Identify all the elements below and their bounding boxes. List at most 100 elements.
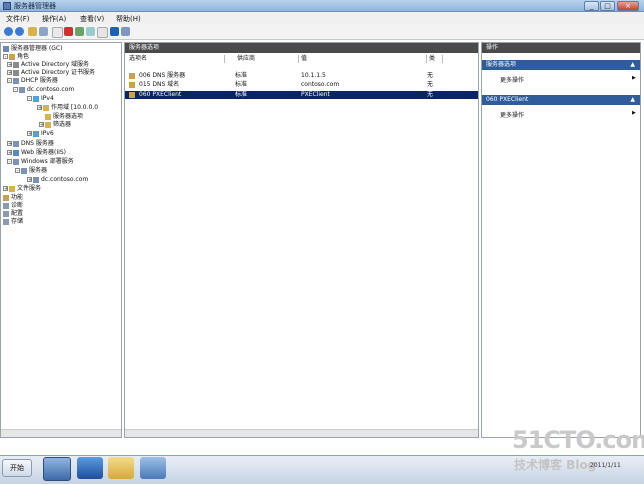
filter-icon bbox=[45, 121, 51, 128]
dhcp-icon bbox=[13, 77, 19, 84]
server-manager-icon bbox=[3, 45, 9, 52]
tree-item-scope[interactable]: + 作用域 [10.0.0.0 bbox=[37, 104, 98, 112]
tree-item-ad-cs[interactable]: + Active Directory 证书服务 bbox=[7, 69, 95, 77]
tree-horizontal-scrollbar[interactable] bbox=[1, 429, 121, 437]
watermark-logo: 51CTO.com bbox=[512, 426, 644, 454]
explorer-taskbar-icon[interactable] bbox=[108, 457, 134, 479]
submenu-arrow-icon: ▶ bbox=[632, 110, 636, 116]
up-folder-icon[interactable] bbox=[28, 27, 37, 36]
more-actions-link[interactable]: 更多操作 bbox=[500, 110, 524, 119]
actions-header: 操作 bbox=[482, 43, 640, 53]
tree-item-configuration[interactable]: 配置 bbox=[3, 210, 23, 218]
menu-help[interactable]: 帮助(H) bbox=[116, 14, 141, 24]
tree-item-wds-servers[interactable]: - 服务器 bbox=[15, 167, 47, 175]
actions-section-pxeclient[interactable]: 060 PXEClient ▲ bbox=[482, 95, 640, 105]
configuration-icon bbox=[3, 210, 9, 217]
clock-date: 2011/1/11 bbox=[590, 462, 621, 469]
tree-item-roles[interactable]: - 角色 bbox=[3, 53, 29, 61]
folder-icon bbox=[43, 104, 49, 111]
start-button[interactable]: 开始 bbox=[2, 459, 32, 477]
export-icon[interactable] bbox=[86, 27, 95, 36]
diagnostics-icon bbox=[3, 202, 9, 209]
dhcp-console-taskbar-icon[interactable] bbox=[140, 457, 166, 479]
details-horizontal-scrollbar[interactable] bbox=[125, 429, 478, 437]
collapse-icon[interactable]: - bbox=[7, 159, 12, 165]
expand-icon[interactable]: + bbox=[7, 141, 12, 147]
tree-item-server-manager[interactable]: 服务器管理器 (GC) bbox=[3, 45, 62, 53]
column-value[interactable]: 值 bbox=[299, 55, 427, 63]
server-icon bbox=[19, 86, 25, 93]
window-title: 服务器管理器 bbox=[14, 2, 56, 10]
expand-icon[interactable]: + bbox=[7, 150, 12, 156]
back-icon[interactable] bbox=[4, 27, 13, 36]
details-pane: 服务器选项 选项名 供应商 值 类 006 DNS 服务器 标准 10.1.1.… bbox=[124, 42, 479, 438]
navigation-tree: 服务器管理器 (GC) - 角色 + Active Directory 域服务 + A… bbox=[0, 42, 122, 438]
actions-section-server-options[interactable]: 服务器选项 ▲ bbox=[482, 60, 640, 70]
tree-item-filters[interactable]: + 筛选器 bbox=[39, 121, 71, 129]
refresh-icon[interactable] bbox=[75, 27, 84, 36]
tree-item-dns[interactable]: + DNS 服务器 bbox=[7, 140, 54, 148]
collapse-arrow-icon[interactable]: ▲ bbox=[630, 95, 635, 105]
menu-view[interactable]: 查看(V) bbox=[80, 14, 104, 24]
collapse-arrow-icon[interactable]: ▲ bbox=[630, 60, 635, 70]
delete-icon[interactable] bbox=[64, 27, 73, 36]
ipv6-icon bbox=[33, 130, 39, 137]
maximize-button[interactable]: □ bbox=[600, 1, 615, 11]
table-row[interactable]: 006 DNS 服务器 标准 10.1.1.5 无 bbox=[125, 72, 478, 80]
minimize-button[interactable]: _ bbox=[584, 1, 599, 11]
collapse-icon[interactable]: - bbox=[7, 78, 12, 84]
mmc-icon[interactable] bbox=[121, 27, 130, 36]
collapse-icon[interactable]: - bbox=[3, 54, 8, 60]
list-icon[interactable] bbox=[97, 27, 108, 38]
collapse-icon[interactable]: - bbox=[13, 87, 18, 93]
tree-item-ipv6[interactable]: + IPv6 bbox=[27, 130, 54, 138]
expand-icon[interactable]: + bbox=[37, 105, 42, 111]
tree-item-wds-dc[interactable]: + dc.contoso.com bbox=[27, 176, 88, 184]
tree-item-dhcp[interactable]: - DHCP 服务器 bbox=[7, 77, 58, 85]
tree-item-ipv4[interactable]: - IPv4 bbox=[27, 95, 54, 103]
collapse-icon[interactable]: - bbox=[27, 96, 32, 102]
option-icon bbox=[129, 82, 135, 88]
tree-item-server-options[interactable]: 服务器选项 bbox=[45, 113, 83, 121]
expand-icon[interactable]: + bbox=[7, 70, 12, 76]
server-manager-taskbar-icon[interactable] bbox=[43, 457, 71, 481]
start-label: 开始 bbox=[10, 464, 24, 472]
expand-icon[interactable]: + bbox=[3, 186, 8, 192]
help-icon[interactable] bbox=[110, 27, 119, 36]
storage-icon bbox=[3, 218, 9, 225]
menu-action[interactable]: 操作(A) bbox=[42, 14, 66, 24]
expand-icon[interactable]: + bbox=[27, 131, 32, 137]
toolbar bbox=[0, 24, 644, 40]
web-server-icon bbox=[13, 149, 19, 156]
expand-icon[interactable]: + bbox=[7, 62, 12, 68]
dns-icon bbox=[13, 140, 19, 147]
properties-icon[interactable] bbox=[52, 27, 63, 38]
more-actions-link[interactable]: 更多操作 bbox=[500, 75, 524, 84]
menu-file[interactable]: 文件(F) bbox=[6, 14, 30, 24]
column-class[interactable]: 类 bbox=[427, 55, 443, 63]
app-icon bbox=[3, 2, 11, 10]
forward-icon[interactable] bbox=[15, 27, 24, 36]
powershell-taskbar-icon[interactable] bbox=[77, 457, 103, 479]
tree-item-features[interactable]: 功能 bbox=[3, 194, 23, 202]
table-row[interactable]: 015 DNS 域名 标准 contoso.com 无 bbox=[125, 81, 478, 89]
folder-icon bbox=[9, 185, 15, 192]
show-tree-icon[interactable] bbox=[39, 27, 48, 36]
tree-item-dhcp-server[interactable]: - dc.contoso.com bbox=[13, 86, 74, 94]
expand-icon[interactable]: + bbox=[27, 177, 32, 183]
close-button[interactable]: × bbox=[617, 1, 639, 11]
features-icon bbox=[3, 194, 9, 201]
tree-item-iis[interactable]: + Web 服务器(IIS) bbox=[7, 149, 66, 157]
table-row-selected[interactable]: 060 PXEClient 标准 PXEClient 无 bbox=[125, 91, 478, 99]
collapse-icon[interactable]: - bbox=[15, 168, 20, 174]
expand-icon[interactable]: + bbox=[39, 122, 44, 128]
column-option-name[interactable]: 选项名 bbox=[127, 55, 225, 63]
column-vendor[interactable]: 供应商 bbox=[235, 55, 299, 63]
tree-item-ad-ds[interactable]: + Active Directory 域服务 bbox=[7, 61, 89, 69]
menu-bar: 文件(F) 操作(A) 查看(V) 帮助(H) bbox=[0, 12, 644, 24]
tree-item-file-services[interactable]: + 文件服务 bbox=[3, 185, 41, 193]
actions-pane: 操作 服务器选项 ▲ 更多操作 ▶ 060 PXEClient ▲ 更多操作 ▶ bbox=[481, 42, 641, 438]
tree-item-diagnostics[interactable]: 诊断 bbox=[3, 202, 23, 210]
tree-item-wds[interactable]: - Windows 部署服务 bbox=[7, 158, 74, 166]
tree-item-storage[interactable]: 存储 bbox=[3, 218, 23, 226]
